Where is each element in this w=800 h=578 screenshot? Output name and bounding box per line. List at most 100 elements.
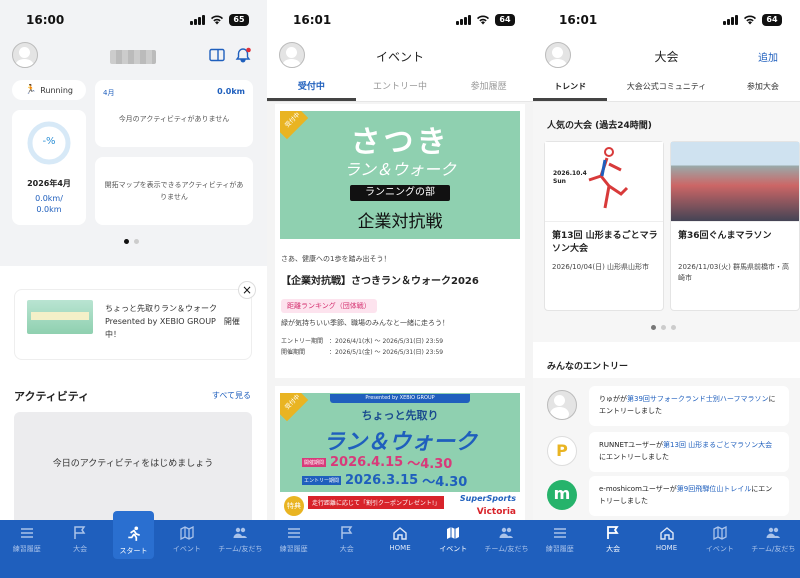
battery-indicator: 64	[495, 14, 515, 26]
tab-start[interactable]: スタート	[107, 511, 160, 578]
month-distance: 0.0km	[217, 87, 245, 96]
progress-km: 0.0km/	[35, 194, 63, 203]
segment-tabs: 受付中 エントリー中 参加履歴	[267, 72, 533, 102]
race-info-1: 2026/10/04(日) 山形県山形市	[552, 263, 650, 271]
page-title: イベント	[375, 50, 424, 64]
tab-entered[interactable]: エントリー中	[356, 72, 445, 101]
tab-event[interactable]: イベント	[427, 520, 480, 578]
avatar[interactable]	[12, 42, 38, 68]
race-card-1[interactable]: 2026.10.4 Sun 第13回 山形まるごとマラソン大会 2026/10/…	[544, 141, 664, 311]
race-name-1: 第13回 山形まるごとマラソン大会	[552, 231, 658, 254]
banner2-coupon-strip: 特典 走行距離に応じて「割引クーポンプレゼント!」 SuperSports Vi…	[280, 492, 520, 522]
tab-race[interactable]: 大会	[320, 520, 373, 578]
people-icon	[499, 527, 514, 538]
flag-icon	[74, 526, 86, 539]
close-icon[interactable]: ×	[238, 281, 256, 299]
race-photo-2	[671, 142, 799, 222]
bell-icon[interactable]	[234, 46, 252, 64]
banner2-line2: ラン＆ウォーク	[322, 430, 477, 455]
signal-icon	[190, 15, 205, 25]
wifi-icon	[211, 15, 223, 25]
event-card[interactable]: 受付中 さつき ラン＆ウォーク ランニングの部 企業対抗戦 さあ、健康への1歩を…	[275, 104, 525, 378]
book-icon[interactable]	[209, 48, 225, 62]
running-chip[interactable]: 🏃 Running	[12, 80, 86, 100]
status-time: 16:00	[26, 13, 65, 27]
segment-tabs: トレンド 大会公式コミュニティ 参加大会	[533, 72, 800, 102]
tab-joined[interactable]: 参加大会	[726, 72, 800, 101]
promo-thumbnail	[27, 300, 93, 334]
banner-line1: さつき	[350, 125, 450, 160]
tab-team[interactable]: チーム/友だち	[480, 520, 533, 578]
runnet-logo[interactable]: P	[547, 436, 577, 466]
tab-accepting[interactable]: 受付中	[267, 72, 356, 101]
tab-home[interactable]: HOME	[640, 520, 693, 578]
add-button[interactable]: 追加	[758, 49, 778, 64]
home-screen: 16:00 65 🏃 Running -% 2026年4月 0.0km/ 0.0…	[0, 0, 267, 578]
progress-label: -%	[42, 136, 56, 147]
banner-line4: 企業対抗戦	[357, 212, 443, 232]
brand-supersports-logo: SuperSports	[459, 494, 516, 503]
tab-bar: 練習履歴 大会 スタート イベント チーム/友だち	[0, 511, 267, 578]
battery-indicator: 64	[762, 14, 782, 26]
runner-icon: 🏃	[25, 85, 37, 95]
progress-km-total: 0.0km	[36, 205, 62, 214]
entries-title: みんなのエントリー	[547, 362, 629, 372]
banner2-coupon: 走行距離に応じて「割引クーポンプレゼント!」	[308, 496, 445, 509]
progress-card[interactable]: -% 2026年4月 0.0km/ 0.0km	[12, 110, 86, 225]
race-screen: 16:01 64 大会 追加 トレンド 大会公式コミュニティ 参加大会 人気の大…	[533, 0, 800, 578]
tab-community[interactable]: 大会公式コミュニティ	[607, 72, 726, 101]
tab-trend[interactable]: トレンド	[533, 72, 608, 101]
entry-race-link-3[interactable]: 第9回飛騨位山トレイル	[677, 485, 751, 493]
tab-home[interactable]: HOME	[373, 520, 426, 578]
entry-avatar-1[interactable]	[547, 390, 577, 420]
tab-history[interactable]: 参加履歴	[444, 72, 533, 101]
event-screen: 16:01 64 イベント 受付中 エントリー中 参加履歴 受付中 さつき ラン…	[267, 0, 533, 578]
tab-team[interactable]: チーム/友だち	[747, 520, 800, 578]
event-banner: 受付中 さつき ラン＆ウォーク ランニングの部 企業対抗戦	[280, 111, 520, 239]
event-title: 【企業対抗戦】さつきラン＆ウォーク2026	[281, 276, 479, 287]
map-icon	[447, 527, 460, 539]
list-icon	[20, 528, 33, 538]
entry-race-link-1[interactable]: 第39回サフォークランド士別ハーフマラソン	[627, 395, 769, 403]
entry-bubble-3[interactable]: e-moshicomユーザーが第9回飛騨位山トレイルにエントリーしました	[589, 476, 789, 516]
race-name-2: 第36回ぐんまマラソン	[678, 231, 772, 241]
tab-event[interactable]: イベント	[693, 520, 746, 578]
banner2-line1: ちょっと先取り	[361, 409, 439, 422]
entry-bubble-1[interactable]: りゅがが第39回サフォークランド士別ハーフマラソンにエントリーしました	[589, 386, 789, 426]
signal-icon	[723, 15, 738, 25]
map-card[interactable]: 開拓マップを表示できるアクティビティがありません	[95, 157, 253, 225]
flag-icon	[341, 526, 353, 539]
month-card[interactable]: 4月 0.0km 今月のアクティビティがありません	[95, 80, 253, 147]
tab-practice[interactable]: 練習履歴	[267, 520, 320, 578]
banner2-date1: 開催期間 2026.4.15 〜4.30	[302, 455, 453, 472]
tab-practice[interactable]: 練習履歴	[533, 520, 586, 578]
promo-banner[interactable]: ちょっと先取りラン＆ウォーク Presented by XEBIO GROUP …	[14, 289, 252, 360]
home-icon	[393, 527, 407, 540]
emoshicom-logo[interactable]: m	[547, 480, 577, 510]
activity-empty-text: 今日のアクティビティをはじめましょう	[52, 459, 214, 469]
people-icon	[766, 527, 781, 538]
see-all-link[interactable]: すべて見る	[212, 390, 251, 401]
map-icon	[713, 526, 727, 540]
entry-race-link-2[interactable]: 第13回 山形まるごとマラソン大会	[663, 441, 772, 449]
map-icon	[180, 526, 194, 540]
status-bar: 16:01 64	[533, 0, 800, 40]
tab-practice[interactable]: 練習履歴	[0, 520, 53, 578]
tab-bar: 練習履歴 大会 HOME イベント チーム/友だち	[533, 520, 800, 578]
wifi-icon	[477, 15, 489, 25]
tab-race[interactable]: 大会	[53, 520, 106, 578]
tab-bar: 練習履歴 大会 HOME イベント チーム/友だち	[267, 520, 533, 578]
promo-text: ちょっと先取りラン＆ウォーク Presented by XEBIO GROUP …	[105, 304, 240, 339]
activity-title: アクティビティ	[14, 390, 90, 403]
banner2-date2: エントリー期間 2026.3.15 〜4.30	[302, 473, 468, 490]
entry-bubble-2[interactable]: RUNNETユーザーが第13回 山形まるごとマラソン大会にエントリーしました	[589, 432, 789, 472]
event-lead: さあ、健康への1歩を踏み出そう！	[281, 255, 391, 263]
tab-event[interactable]: イベント	[160, 520, 213, 578]
tab-race[interactable]: 大会	[586, 520, 639, 578]
race-card-2[interactable]: 第36回ぐんまマラソン 2026/11/03(火) 群馬県前橋市・高崎市	[670, 141, 800, 311]
event-tag: 距離ランキング（団体戦）	[281, 293, 377, 313]
people-icon	[233, 527, 248, 538]
tab-team[interactable]: チーム/友だち	[214, 520, 267, 578]
event-card-2[interactable]: 受付中 Presented by XEBIO GROUP ちょっと先取り ラン＆…	[275, 386, 525, 522]
banner-line3: ランニングの部	[350, 185, 450, 201]
